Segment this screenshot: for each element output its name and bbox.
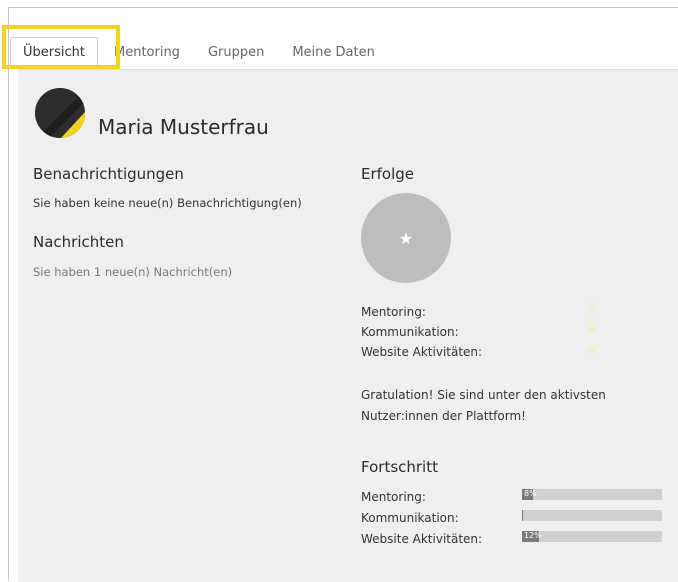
congratulation-text: Gratulation! Sie sind unter den aktivste… [361,385,651,427]
messages-heading: Nachrichten [33,233,124,251]
messages-text[interactable]: Sie haben 1 neue(n) Nachricht(en) [33,265,232,279]
tab-mentoring[interactable]: Mentoring [102,38,192,68]
window-top-border [8,7,678,8]
achievement-kommunikation-star-icon: ★ [585,320,599,338]
progress-fill [522,510,524,521]
achievement-website-label: Website Aktivitäten: [361,345,483,359]
notifications-heading: Benachrichtigungen [33,165,184,183]
progress-kommunikation-label: Kommunikation: [361,511,459,525]
achievement-badge: ★ [361,193,451,283]
window-left-border [8,7,9,581]
profile-name: Maria Musterfrau [98,115,269,139]
avatar-icon [35,88,85,138]
tab-gruppen[interactable]: Gruppen [196,38,276,68]
achievements-heading: Erfolge [361,165,415,183]
tab-meine-daten[interactable]: Meine Daten [280,38,387,68]
progress-mentoring-label: Mentoring: [361,490,426,504]
avatar [35,88,85,138]
congratulation-line-2: Nutzer:innen der Plattform! [361,409,526,423]
progress-value: 8% [524,489,537,498]
progress-bar-mentoring: 8% [522,489,662,500]
congratulation-line-1: Gratulation! Sie sind unter den aktivste… [361,388,606,402]
progress-heading: Fortschritt [361,458,438,476]
progress-bar-website: 12% [522,531,662,542]
notifications-text: Sie haben keine neue(n) Benachrichtigung… [33,196,302,210]
progress-bar-kommunikation [522,510,662,521]
achievement-kommunikation-label: Kommunikation: [361,325,459,339]
progress-value: 12% [524,531,542,540]
tab-uebersicht[interactable]: Übersicht [10,37,98,68]
achievement-mentoring-label: Mentoring: [361,305,426,319]
tab-bar: Übersicht Mentoring Gruppen Meine Daten [10,36,391,68]
achievement-website-star-icon: ★ [585,341,599,359]
overview-panel [18,69,678,582]
progress-website-label: Website Aktivitäten: [361,532,483,546]
star-icon: ★ [398,228,414,248]
achievement-mentoring-star-icon: ★ [585,299,599,317]
